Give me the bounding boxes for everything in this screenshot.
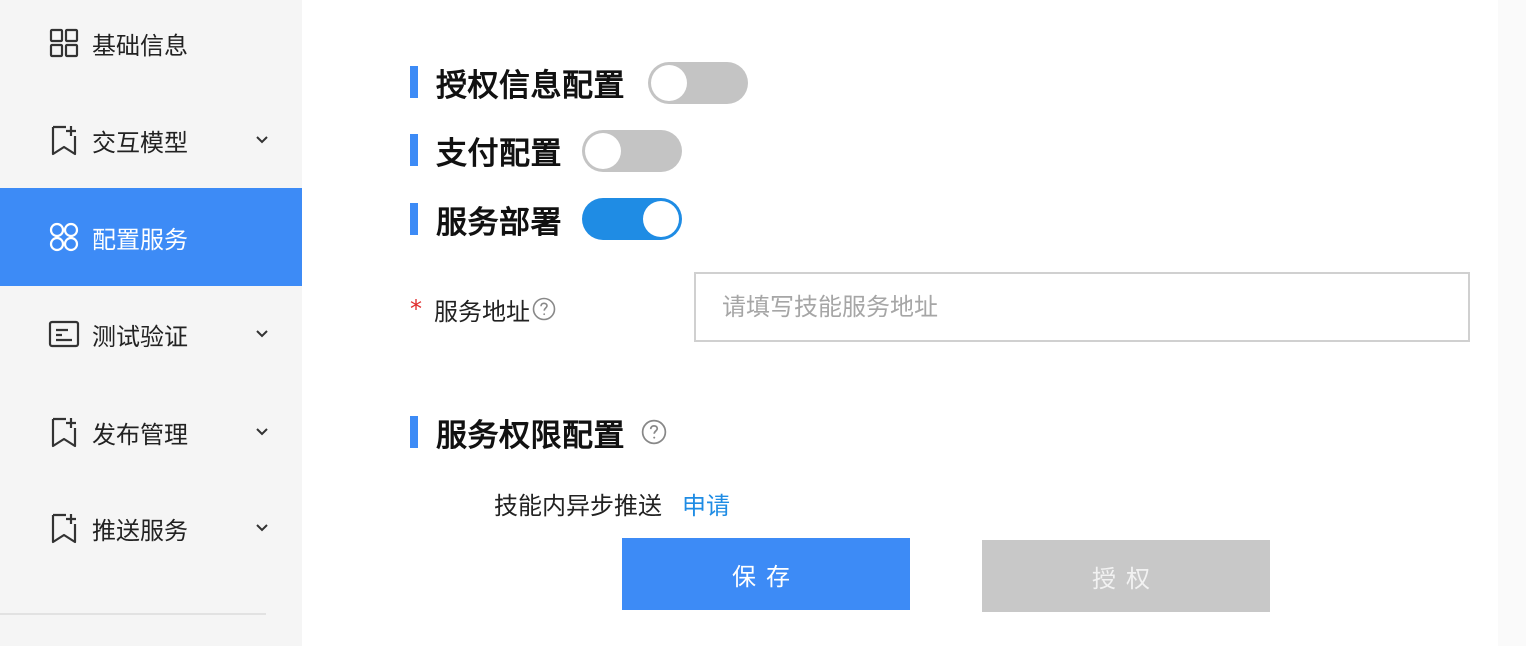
section-marker	[410, 134, 418, 166]
save-button[interactable]: 保存	[622, 538, 910, 610]
deploy-toggle[interactable]	[582, 198, 682, 240]
section-title: 服务部署	[436, 204, 562, 241]
help-icon[interactable]	[532, 297, 556, 321]
sidebar-item-interaction-model[interactable]: 交互模型	[0, 91, 302, 189]
chevron-down-icon[interactable]	[252, 324, 272, 344]
four-circles-icon	[48, 221, 80, 253]
section-marker	[410, 66, 418, 98]
sidebar-item-label: 发布管理	[92, 420, 188, 449]
bookmark-add-icon	[48, 512, 80, 544]
toggle-knob	[585, 133, 621, 169]
sidebar-item-config-service[interactable]: 配置服务	[0, 188, 302, 286]
section-title: 授权信息配置	[436, 67, 625, 104]
section-title: 支付配置	[436, 135, 562, 172]
sidebar-item-publish-manage[interactable]: 发布管理	[0, 383, 302, 481]
chevron-down-icon[interactable]	[252, 130, 272, 150]
section-title: 服务权限配置	[436, 417, 625, 454]
sidebar: 基础信息 交互模型 配置服务 测试验证 发布管理 推送服务	[0, 0, 302, 646]
section-deploy: 服务部署	[410, 197, 562, 241]
auth-info-toggle[interactable]	[648, 62, 748, 104]
section-payment: 支付配置	[410, 128, 562, 172]
chevron-down-icon[interactable]	[252, 518, 272, 538]
section-marker	[410, 416, 418, 448]
section-permission: 服务权限配置	[410, 410, 667, 454]
sidebar-item-label: 推送服务	[92, 516, 188, 545]
sidebar-item-label: 测试验证	[92, 322, 188, 351]
sidebar-item-label: 基础信息	[92, 31, 188, 60]
section-marker	[410, 203, 418, 235]
sidebar-item-label: 交互模型	[92, 128, 188, 157]
required-mark: *	[410, 295, 422, 323]
bookmark-add-icon	[48, 124, 80, 156]
permission-row: 技能内异步推送 申请	[494, 484, 730, 522]
toggle-knob	[643, 201, 679, 237]
terminal-icon	[48, 318, 80, 350]
chevron-down-icon[interactable]	[252, 422, 272, 442]
toggle-knob	[651, 65, 687, 101]
apply-link[interactable]: 申请	[682, 486, 730, 521]
scroll-gutter	[1498, 0, 1526, 646]
service-address-label: * 服务地址	[410, 290, 556, 328]
grid-icon	[48, 27, 80, 59]
authorize-button[interactable]: 授权	[982, 540, 1270, 612]
service-address-label-text: 服务地址	[434, 297, 530, 326]
sidebar-item-push-service[interactable]: 推送服务	[0, 479, 302, 577]
service-address-input[interactable]	[694, 272, 1470, 342]
bookmark-add-icon	[48, 416, 80, 448]
help-icon[interactable]	[641, 419, 667, 445]
sidebar-item-label: 配置服务	[92, 225, 188, 254]
sidebar-divider	[0, 613, 266, 615]
sidebar-item-basic-info[interactable]: 基础信息	[0, 0, 302, 92]
permission-name: 技能内异步推送	[494, 491, 662, 520]
sidebar-item-test-verify[interactable]: 测试验证	[0, 285, 302, 383]
payment-toggle[interactable]	[582, 130, 682, 172]
section-auth-info: 授权信息配置	[410, 60, 625, 104]
